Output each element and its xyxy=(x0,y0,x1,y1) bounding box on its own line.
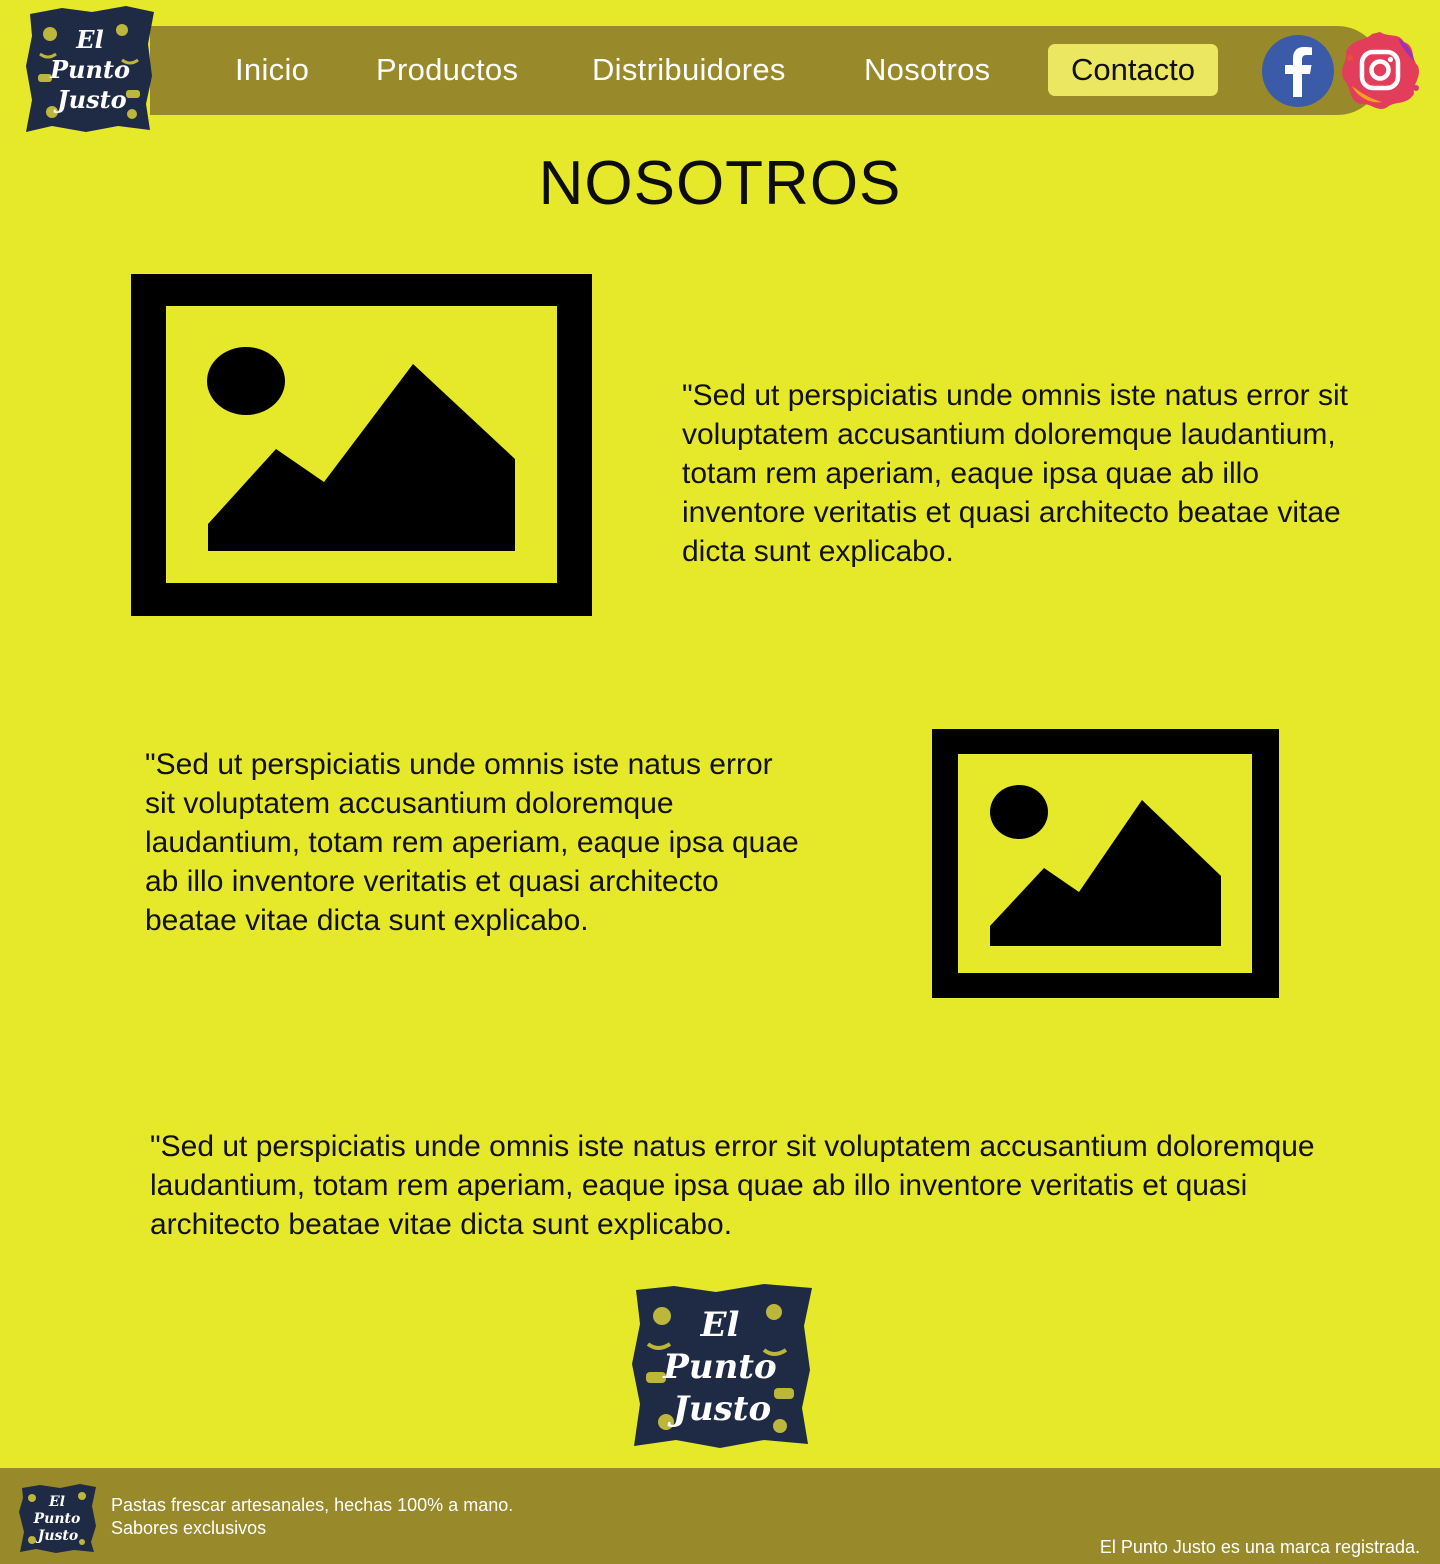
image-placeholder xyxy=(131,274,592,616)
logo-text: El xyxy=(700,1305,740,1345)
nav-item-nosotros[interactable]: Nosotros xyxy=(864,48,990,92)
logo-text: El xyxy=(75,25,103,54)
image-placeholder xyxy=(932,729,1279,998)
nav-item-inicio[interactable]: Inicio xyxy=(235,48,309,92)
logo-text: Punto xyxy=(662,1347,776,1387)
logo-text: Justo xyxy=(53,85,126,114)
logo-text: El xyxy=(48,1494,65,1510)
nav-item-productos[interactable]: Productos xyxy=(376,48,518,92)
nav-item-distribuidores[interactable]: Distribuidores xyxy=(592,48,786,92)
page-title: NOSOTROS xyxy=(538,149,902,218)
footer-tagline: Sabores exclusivos xyxy=(111,1518,267,1538)
footer-tagline: Pastas frescar artesanales, hechas 100% … xyxy=(111,1495,514,1515)
brand-logo: El Punto Justo xyxy=(624,1280,816,1450)
about-paragraph-1: "Sed ut perspiciatis unde omnis iste nat… xyxy=(682,379,1348,568)
brand-logo[interactable]: El Punto Justo xyxy=(22,4,158,136)
about-paragraph-2: "Sed ut perspiciatis unde omnis iste nat… xyxy=(145,748,799,937)
footer-legal: El Punto Justo es una marca registrada. xyxy=(1099,1537,1420,1557)
footer: El Punto Justo Pastas frescar artesanale… xyxy=(0,1468,1440,1564)
brand-logo: El Punto Justo xyxy=(16,1482,98,1554)
logo-text: Punto xyxy=(33,1511,81,1527)
facebook-icon[interactable] xyxy=(1260,33,1336,109)
contact-button[interactable]: Contacto xyxy=(1048,44,1218,96)
about-paragraph-3: "Sed ut perspiciatis unde omnis iste nat… xyxy=(150,1130,1315,1241)
logo-text: Justo xyxy=(667,1389,771,1429)
logo-text: Punto xyxy=(49,55,130,84)
logo-text: Justo xyxy=(35,1528,79,1544)
instagram-icon[interactable] xyxy=(1338,28,1422,112)
